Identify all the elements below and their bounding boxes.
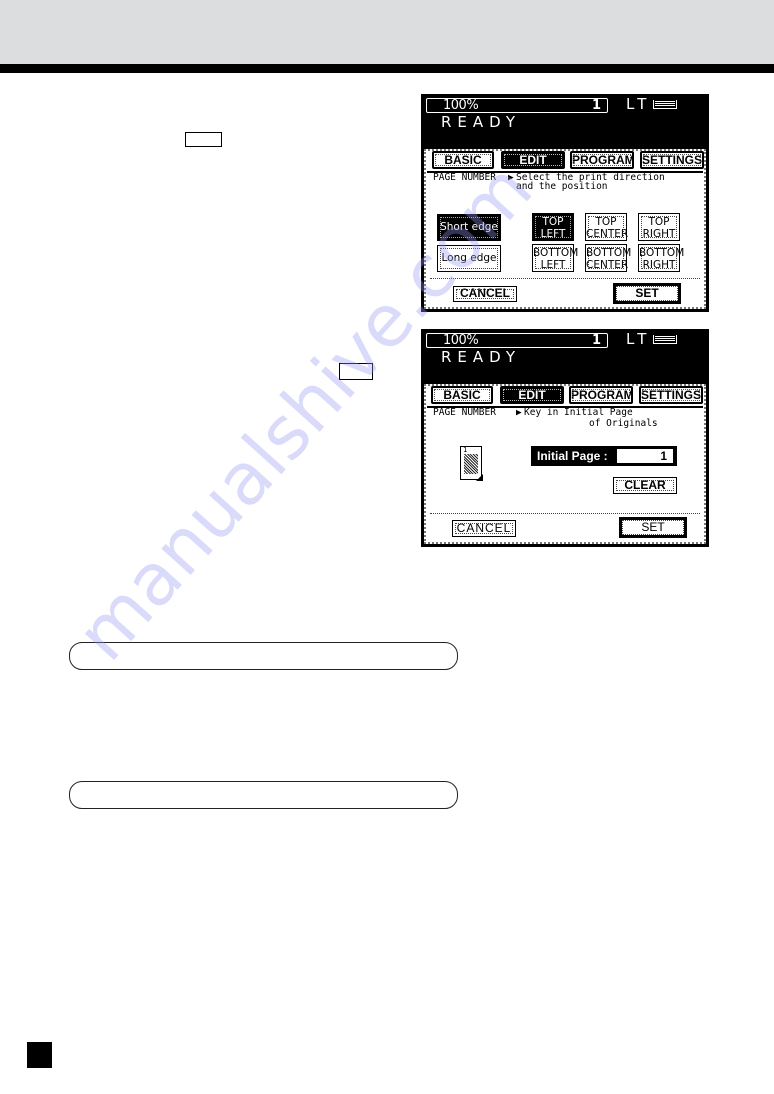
button-line: BOTTOM	[586, 247, 632, 259]
tab-edit[interactable]: EDIT	[500, 386, 564, 404]
position-bottom-center-button[interactable]: BOTTOM CENTER	[585, 244, 632, 272]
header-rule	[0, 64, 774, 73]
panel-body: BASIC EDIT PROGRAM SETTINGS PAGE NUMBER …	[421, 381, 709, 547]
prompt-line-2: of Originals	[589, 418, 658, 429]
tab-program[interactable]: PROGRAM	[570, 151, 635, 169]
prompt-arrow-icon: ▶	[508, 172, 514, 183]
original-document-icon: 1	[460, 446, 483, 481]
paper-size: LT	[626, 95, 652, 113]
document-hatch	[464, 454, 478, 474]
function-label: PAGE NUMBER	[433, 172, 496, 183]
tab-settings[interactable]: SETTINGS	[640, 151, 704, 169]
tab-basic[interactable]: BASIC	[431, 386, 493, 404]
function-label: PAGE NUMBER	[433, 407, 496, 418]
long-edge-button[interactable]: Long edge	[437, 245, 501, 272]
button-line: LEFT	[540, 228, 566, 240]
page-number-marker	[27, 1042, 52, 1068]
page-header-band	[0, 0, 774, 64]
zoom-ratio: 100%	[443, 333, 479, 348]
prompt-line-2: and the position	[516, 181, 608, 192]
button-line: BOTTOM	[533, 247, 579, 259]
copy-count: 1	[591, 98, 601, 113]
copy-count: 1	[591, 333, 601, 348]
clear-button[interactable]: CLEAR	[613, 477, 677, 494]
initial-page-value[interactable]: 1	[617, 449, 673, 463]
status-bar: 100% 1 LT READY	[421, 329, 709, 381]
tab-settings[interactable]: SETTINGS	[639, 386, 703, 404]
position-top-right-button[interactable]: TOP RIGHT	[638, 213, 680, 241]
initial-page-label: Initial Page :	[537, 449, 608, 463]
note-heading-box	[69, 642, 458, 670]
panel-body: BASIC EDIT PROGRAM SETTINGS PAGE NUMBER …	[421, 146, 709, 312]
button-line: TOP	[542, 216, 564, 228]
separator	[430, 278, 700, 279]
button-line: CENTER	[586, 228, 629, 240]
document-page-number: 1	[463, 446, 468, 454]
set-button[interactable]: SET	[613, 283, 681, 304]
button-line: LEFT	[540, 259, 566, 271]
paper-tray-icon	[653, 100, 677, 109]
button-line: CENTER	[586, 259, 629, 271]
ratio-display: 100% 1	[426, 98, 608, 113]
button-line: RIGHT	[642, 259, 676, 271]
tab-program[interactable]: PROGRAM	[569, 386, 634, 404]
tab-bar: BASIC EDIT PROGRAM SETTINGS	[427, 386, 703, 408]
prompt-line-1: Key in Initial Page	[524, 407, 633, 418]
cancel-button[interactable]: CANCEL	[453, 286, 517, 302]
lcd-panel-initial-page: 100% 1 LT READY BASIC EDIT PROGRAM SETTI…	[421, 329, 709, 547]
separator	[430, 513, 700, 514]
position-bottom-right-button[interactable]: BOTTOM RIGHT	[638, 244, 685, 272]
ratio-display: 100% 1	[426, 333, 608, 348]
lcd-panel-print-direction: 100% 1 LT READY BASIC EDIT PROGRAM SETTI…	[421, 94, 709, 312]
initial-page-field[interactable]: Initial Page : 1	[531, 446, 677, 466]
set-button[interactable]: SET	[619, 517, 687, 538]
status-bar: 100% 1 LT READY	[421, 94, 709, 146]
document-fold	[476, 474, 483, 481]
tab-edit[interactable]: EDIT	[501, 151, 565, 169]
zoom-ratio: 100%	[443, 98, 479, 113]
machine-status: READY	[441, 113, 522, 131]
paper-tray-icon	[653, 335, 677, 344]
button-line: TOP	[648, 216, 670, 228]
short-edge-button[interactable]: Short edge	[437, 214, 501, 241]
button-line: TOP	[595, 216, 617, 228]
position-top-left-button[interactable]: TOP LEFT	[532, 213, 574, 241]
tab-basic[interactable]: BASIC	[432, 151, 494, 169]
machine-status: READY	[441, 348, 522, 366]
inline-key-symbol	[185, 132, 222, 147]
tab-bar: BASIC EDIT PROGRAM SETTINGS	[427, 151, 704, 173]
paper-size: LT	[626, 330, 652, 348]
note-heading-box	[69, 781, 458, 809]
cancel-button[interactable]: CANCEL	[452, 520, 516, 537]
position-top-center-button[interactable]: TOP CENTER	[585, 213, 629, 241]
button-line: BOTTOM	[639, 247, 685, 259]
inline-key-symbol	[339, 363, 373, 380]
prompt-arrow-icon: ▶	[516, 407, 522, 418]
position-bottom-left-button[interactable]: BOTTOM LEFT	[532, 244, 579, 272]
button-line: RIGHT	[642, 228, 676, 240]
